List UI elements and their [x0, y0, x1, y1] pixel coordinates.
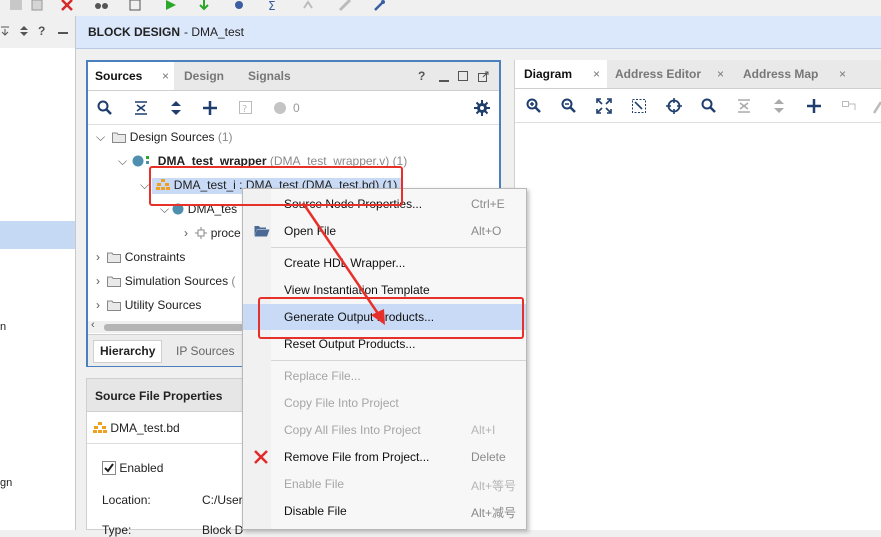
annotation-arrow: [301, 202, 385, 325]
